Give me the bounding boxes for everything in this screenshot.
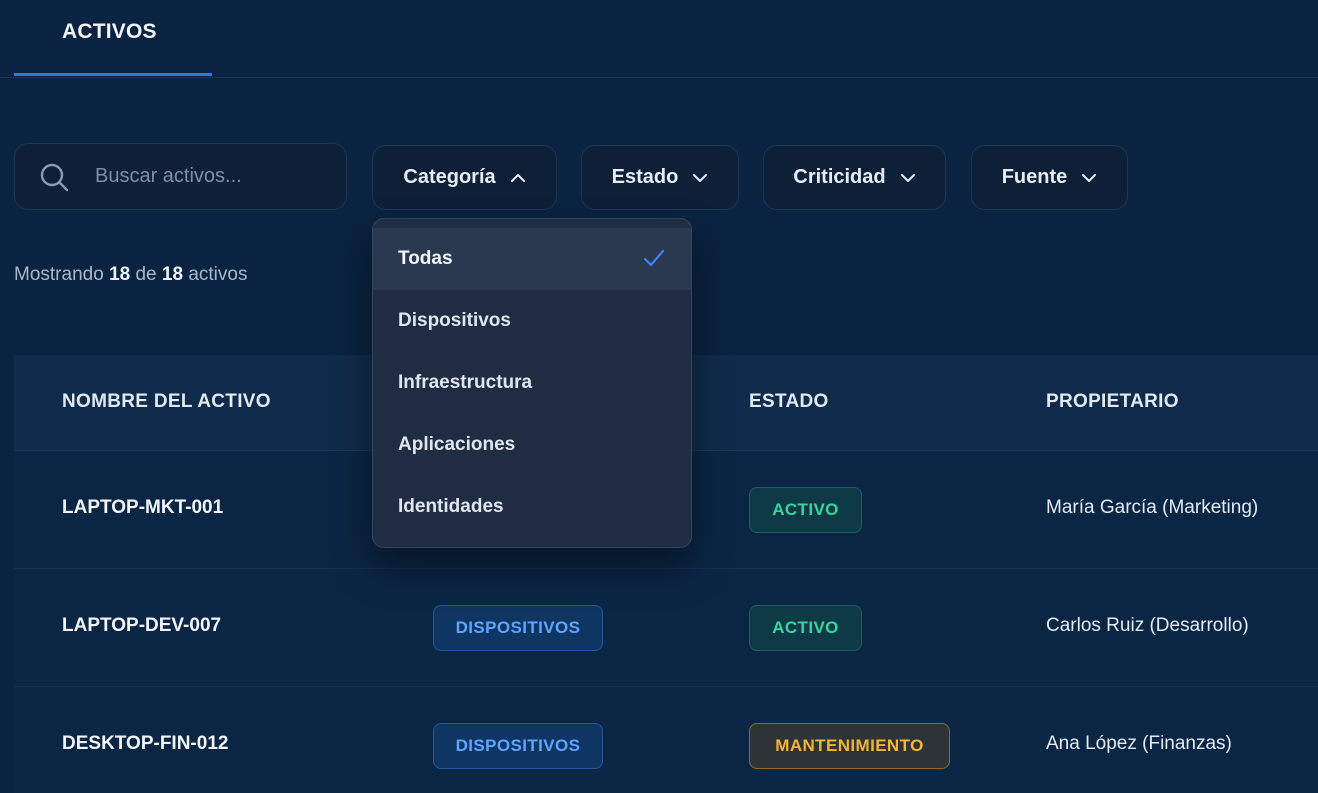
option-label: Dispositivos bbox=[398, 310, 511, 331]
column-header-status[interactable]: ESTADO bbox=[749, 391, 829, 413]
filter-label: Fuente bbox=[1001, 166, 1068, 188]
asset-owner: María García (Marketing) bbox=[1046, 497, 1259, 518]
filter-criticidad[interactable]: Criticidad bbox=[763, 145, 946, 210]
check-icon bbox=[643, 249, 665, 267]
count-shown: 18 bbox=[109, 264, 131, 285]
asset-name[interactable]: LAPTOP-DEV-007 bbox=[62, 615, 221, 637]
status-badge: ACTIVO bbox=[749, 487, 862, 533]
search-icon bbox=[40, 163, 69, 191]
dropdown-option-todas[interactable]: Todas bbox=[373, 228, 691, 290]
filter-label: Estado bbox=[611, 166, 679, 188]
option-label: Aplicaciones bbox=[398, 434, 516, 455]
status-badge: ACTIVO bbox=[749, 605, 862, 651]
dropdown-option-infraestructura[interactable]: Infraestructura bbox=[373, 352, 691, 414]
asset-name[interactable]: LAPTOP-MKT-001 bbox=[62, 497, 223, 519]
search-box[interactable] bbox=[14, 143, 347, 210]
column-header-name[interactable]: NOMBRE DEL ACTIVO bbox=[62, 391, 271, 413]
filter-categoria[interactable]: Categoría bbox=[372, 145, 557, 210]
filter-fuente[interactable]: Fuente bbox=[971, 145, 1128, 210]
option-label: Identidades bbox=[398, 496, 504, 517]
option-label: Infraestructura bbox=[398, 372, 533, 393]
chevron-down-icon bbox=[1082, 173, 1097, 182]
asset-name[interactable]: DESKTOP-FIN-012 bbox=[62, 733, 228, 755]
filter-label: Categoría bbox=[403, 166, 496, 188]
filter-estado[interactable]: Estado bbox=[581, 145, 739, 210]
chevron-down-icon bbox=[900, 173, 915, 182]
table-row[interactable]: DESKTOP-FIN-012 DISPOSITIVOS MANTENIMIEN… bbox=[14, 687, 1318, 793]
status-badge: MANTENIMIENTO bbox=[749, 723, 950, 769]
count-suffix: activos bbox=[188, 264, 248, 285]
category-badge: DISPOSITIVOS bbox=[433, 605, 603, 651]
option-label: Todas bbox=[398, 248, 453, 269]
chevron-down-icon bbox=[693, 173, 708, 182]
count-of: de bbox=[135, 264, 157, 285]
filter-label: Criticidad bbox=[793, 166, 886, 188]
table-row[interactable]: LAPTOP-DEV-007 DISPOSITIVOS ACTIVO Carlo… bbox=[14, 569, 1318, 687]
dropdown-option-identidades[interactable]: Identidades bbox=[373, 476, 691, 538]
dropdown-option-dispositivos[interactable]: Dispositivos bbox=[373, 290, 691, 352]
column-header-owner[interactable]: PROPIETARIO bbox=[1046, 391, 1179, 413]
count-prefix: Mostrando bbox=[14, 264, 104, 285]
result-count: Mostrando 18 de 18 activos bbox=[14, 264, 247, 286]
tab-activos[interactable]: ACTIVOS bbox=[14, 0, 212, 76]
count-total: 18 bbox=[161, 264, 184, 285]
category-badge: DISPOSITIVOS bbox=[433, 723, 603, 769]
search-input[interactable] bbox=[95, 165, 315, 188]
asset-owner: Ana López (Finanzas) bbox=[1046, 733, 1232, 754]
dropdown-option-aplicaciones[interactable]: Aplicaciones bbox=[373, 414, 691, 476]
category-dropdown-menu: Todas Dispositivos Infraestructura Aplic… bbox=[372, 218, 692, 548]
tab-bar: ACTIVOS bbox=[0, 0, 1318, 78]
chevron-up-icon bbox=[510, 173, 525, 182]
asset-owner: Carlos Ruiz (Desarrollo) bbox=[1046, 615, 1249, 636]
